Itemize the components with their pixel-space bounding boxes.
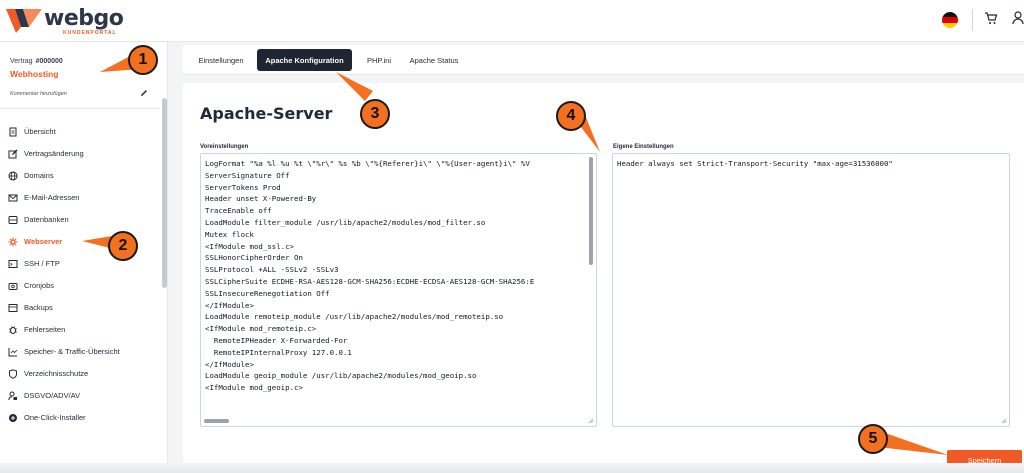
callout-marker-2: 2 — [108, 231, 138, 261]
callout-marker-3: 3 — [360, 99, 390, 129]
callout-marker-5: 5 — [858, 424, 888, 454]
callout-marker-4: 4 — [556, 101, 586, 131]
bottom-edge — [0, 463, 1024, 473]
callout-marker-1: 1 — [128, 45, 158, 75]
callout-pointer-5 — [878, 433, 948, 455]
callout-pointers — [82, 53, 948, 455]
callout-pointer-3 — [336, 72, 373, 101]
